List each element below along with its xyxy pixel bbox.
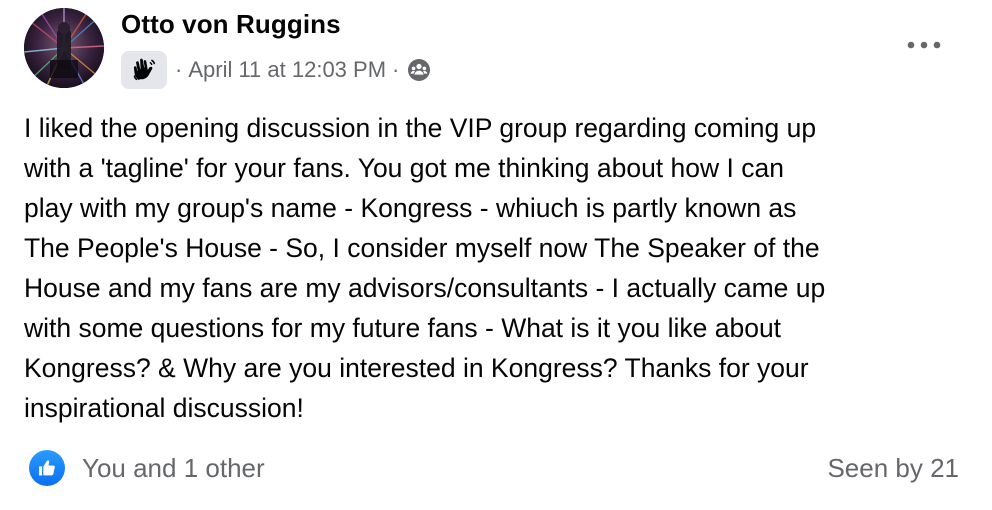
meta-separator: · — [392, 57, 400, 82]
more-options-glyph — [907, 41, 941, 49]
reaction-summary[interactable]: You and 1 other — [29, 448, 265, 488]
wave-hand-icon[interactable] — [121, 51, 167, 89]
group-post: Otto von Ruggins · April 11 at 12:03 PM … — [0, 0, 992, 510]
more-options-icon[interactable] — [904, 36, 944, 54]
post-timestamp[interactable]: April 11 at 12:03 PM — [188, 57, 386, 83]
group-audience-glyph — [408, 59, 431, 81]
group-audience-icon[interactable] — [407, 58, 431, 82]
seen-count[interactable]: Seen by 21 — [827, 448, 959, 488]
author-name[interactable]: Otto von Ruggins — [121, 9, 341, 40]
post-meta: · April 11 at 12:03 PM · — [121, 50, 431, 90]
author-avatar[interactable] — [24, 8, 104, 88]
post-body: I liked the opening discussion in the VI… — [24, 113, 826, 423]
meta-separator: · — [175, 57, 183, 82]
like-icon — [29, 450, 65, 486]
avatar-image — [24, 8, 104, 88]
reactors-text[interactable]: You and 1 other — [82, 453, 265, 484]
wave-hand-glyph — [133, 58, 156, 81]
thumbs-up-glyph — [39, 460, 55, 476]
